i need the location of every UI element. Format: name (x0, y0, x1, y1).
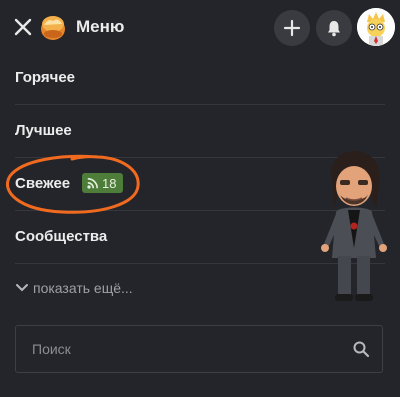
nav-item-hot[interactable]: Горячее (15, 52, 385, 105)
show-more-label: показать ещё... (33, 280, 133, 296)
cartoon-figure-sticker (321, 151, 387, 301)
notifications-button[interactable] (316, 10, 352, 46)
rss-icon (87, 177, 98, 189)
header-title: Меню (76, 17, 125, 36)
new-posts-badge[interactable]: 18 (82, 173, 124, 193)
user-avatar[interactable] (357, 8, 395, 46)
plus-icon (283, 19, 301, 37)
menu-header: Меню (0, 0, 400, 56)
search-icon[interactable] (352, 340, 370, 358)
nav-item-label: Сообщества (15, 228, 108, 245)
search-box (15, 325, 383, 373)
bell-icon (328, 21, 340, 37)
nav-item-label: Свежее (15, 175, 71, 192)
show-more-link[interactable]: показать ещё... (15, 280, 133, 296)
close-icon[interactable] (11, 15, 35, 39)
pikabu-logo-icon (38, 12, 68, 42)
menu-panel: Меню Горячее Лучшее Свежее 18 Сообщества… (0, 0, 400, 397)
nav-item-label: Лучшее (15, 122, 72, 139)
search-input[interactable] (16, 326, 336, 372)
add-button[interactable] (274, 10, 310, 46)
nav-item-label: Горячее (15, 69, 76, 86)
badge-count: 18 (102, 175, 117, 191)
chevron-down-icon (16, 284, 28, 292)
